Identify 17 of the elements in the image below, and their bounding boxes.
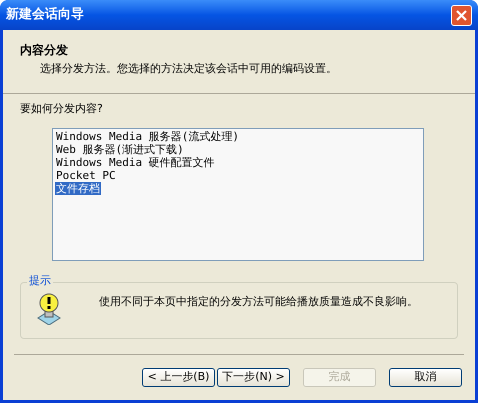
question-label: 要如何分发内容? — [20, 101, 104, 117]
close-button[interactable] — [451, 4, 472, 26]
page-subtitle: 选择分发方法。您选择的方法决定该会话中可用的编码设置。 — [39, 61, 338, 77]
list-item[interactable]: 文件存档 — [55, 182, 101, 194]
list-item[interactable]: Web 服务器(渐进式下载) — [55, 142, 185, 156]
cancel-button[interactable]: 取消 — [389, 368, 462, 386]
hint-text: 使用不同于本页中指定的分发方法可能给播放质量造成不良影响。 — [99, 294, 418, 310]
list-item[interactable]: Windows Media 服务器(流式处理) — [55, 130, 240, 142]
list-item[interactable]: Windows Media 硬件配置文件 — [55, 156, 216, 168]
page-title: 内容分发 — [20, 42, 69, 59]
list-item[interactable]: Pocket PC — [55, 168, 117, 182]
hint-legend: 提示 — [27, 274, 53, 288]
back-button[interactable]: < 上一步(B) — [142, 368, 215, 386]
next-button[interactable]: 下一步(N) > — [217, 368, 290, 386]
close-icon — [456, 10, 467, 20]
lightbulb-icon — [37, 292, 61, 324]
window-title: 新建会话向导 — [6, 6, 84, 24]
